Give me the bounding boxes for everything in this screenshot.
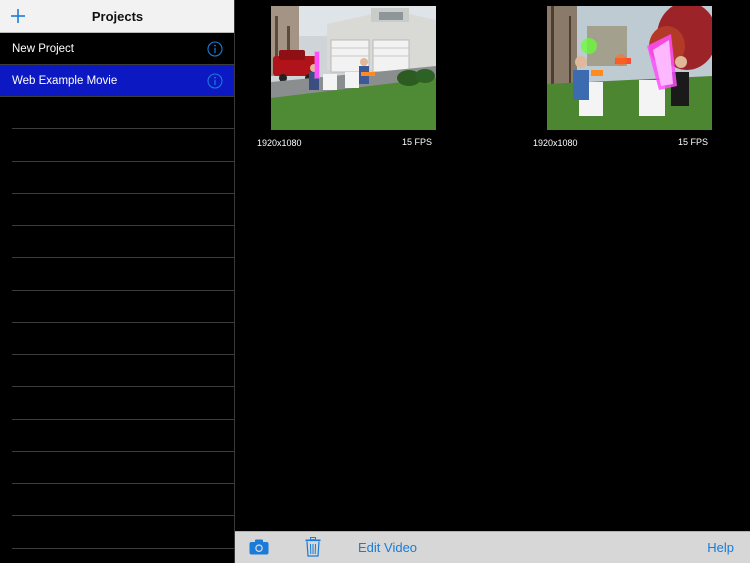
empty-row bbox=[12, 194, 234, 226]
video-thumbnail[interactable] bbox=[271, 6, 436, 130]
info-icon[interactable] bbox=[207, 41, 223, 57]
empty-row bbox=[12, 258, 234, 291]
empty-row bbox=[12, 387, 234, 420]
projects-sidebar: Projects New Project Web Example Movie bbox=[0, 0, 235, 563]
project-item-web-example-movie[interactable]: Web Example Movie bbox=[0, 65, 234, 97]
empty-row bbox=[12, 291, 234, 323]
trash-icon bbox=[305, 537, 321, 557]
camera-button[interactable] bbox=[249, 539, 269, 557]
empty-row bbox=[12, 226, 234, 259]
sidebar-title: Projects bbox=[91, 9, 144, 24]
delete-button[interactable] bbox=[305, 537, 321, 559]
empty-row bbox=[12, 452, 234, 484]
empty-row bbox=[12, 516, 234, 549]
bottom-toolbar: Edit Video Help bbox=[235, 531, 750, 563]
camera-icon bbox=[249, 539, 269, 555]
project-item-new-project[interactable]: New Project bbox=[0, 33, 234, 65]
edit-video-button[interactable]: Edit Video bbox=[358, 532, 417, 563]
empty-rows bbox=[0, 97, 234, 549]
plus-icon bbox=[11, 9, 25, 23]
clip-fps: 15 FPS bbox=[401, 137, 432, 147]
empty-row bbox=[12, 129, 234, 162]
empty-row bbox=[12, 484, 234, 517]
info-icon[interactable] bbox=[207, 73, 223, 89]
empty-row bbox=[12, 355, 234, 388]
video-thumbnail[interactable] bbox=[547, 6, 712, 130]
clip-grid: 1920x1080 15 FPS 1920x1080 15 FPS bbox=[235, 0, 750, 531]
add-project-button[interactable] bbox=[8, 5, 28, 27]
sidebar-header: Projects bbox=[0, 0, 234, 33]
clip-resolution: 1920x1080 bbox=[533, 138, 578, 148]
empty-row bbox=[12, 420, 234, 452]
project-name: Web Example Movie bbox=[12, 75, 118, 87]
clip-fps: 15 FPS bbox=[677, 137, 708, 147]
help-button[interactable]: Help bbox=[707, 532, 734, 563]
empty-row bbox=[12, 162, 234, 194]
clip-resolution: 1920x1080 bbox=[257, 138, 302, 148]
project-list: New Project Web Example Movie bbox=[0, 33, 234, 97]
empty-row bbox=[12, 97, 234, 130]
project-name: New Project bbox=[12, 43, 74, 55]
empty-row bbox=[12, 323, 234, 355]
